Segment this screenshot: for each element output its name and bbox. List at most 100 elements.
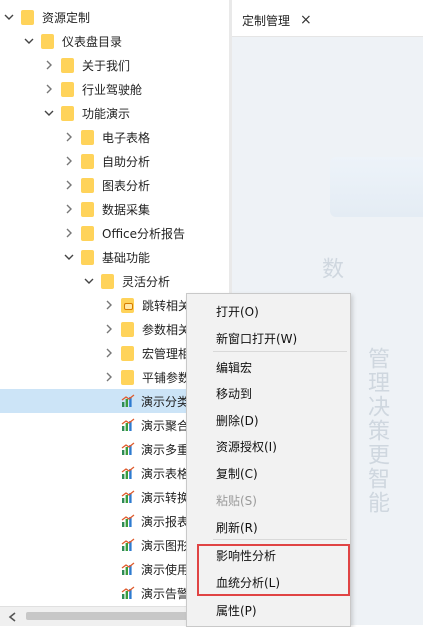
tree-caret-spacer — [103, 419, 115, 431]
tree-item-label: 电子表格 — [102, 130, 151, 145]
folder-icon — [61, 81, 74, 97]
folder-icon — [41, 33, 54, 49]
tree-item-label: 平铺参数 — [142, 370, 191, 385]
chevron-right-icon[interactable] — [103, 323, 115, 335]
tree-item[interactable]: 仪表盘目录 — [0, 29, 229, 53]
tab-strip: 定制管理 × — [232, 0, 423, 37]
chevron-down-icon[interactable] — [83, 275, 95, 287]
tab-custom-management[interactable]: 定制管理 × — [234, 4, 320, 36]
watermark-text-slogan: 管理决策更智能 — [364, 347, 389, 515]
folder-icon — [121, 345, 134, 361]
chart-report-icon — [121, 490, 135, 504]
chevron-right-icon[interactable] — [43, 83, 55, 95]
folder-icon — [61, 57, 74, 73]
chevron-right-icon[interactable] — [63, 203, 75, 215]
chevron-right-icon[interactable] — [103, 347, 115, 359]
tree-item-label: 行业驾驶舱 — [82, 82, 143, 97]
tree-item-label: 演示转换 — [141, 490, 190, 505]
menu-edit-macro[interactable]: 编辑宏 — [187, 355, 350, 379]
tree-item-label: 关于我们 — [82, 58, 131, 73]
scroll-left-icon[interactable] — [8, 611, 18, 622]
tree-item[interactable]: 资源定制 — [0, 5, 229, 29]
tree-item[interactable]: 功能演示 — [0, 101, 229, 125]
chevron-right-icon[interactable] — [63, 131, 75, 143]
tree-item[interactable]: 图表分析 — [0, 173, 229, 197]
tree-item[interactable]: 电子表格 — [0, 125, 229, 149]
tree-item-label: 演示报表 — [141, 514, 190, 529]
tree-item-label: 演示使用 — [141, 562, 190, 577]
chart-report-icon — [121, 586, 135, 600]
tab-title: 定制管理 — [242, 13, 291, 28]
tree-caret-spacer — [103, 539, 115, 551]
chevron-down-icon[interactable] — [3, 11, 15, 23]
tree-item[interactable]: 行业驾驶舱 — [0, 77, 229, 101]
menu-copy[interactable]: 复制(C) — [187, 461, 350, 485]
tree-item[interactable]: 自助分析 — [0, 149, 229, 173]
tree-item-label: 功能演示 — [82, 106, 131, 121]
chart-report-icon — [121, 442, 135, 456]
tree-caret-spacer — [103, 491, 115, 503]
chart-report-icon — [121, 538, 135, 552]
tree-item-label: 演示表格 — [141, 466, 190, 481]
chevron-down-icon[interactable] — [63, 251, 75, 263]
tree-item-label: 自助分析 — [102, 154, 151, 169]
tree-item-label: 资源定制 — [42, 10, 91, 25]
menu-resource-authorize[interactable]: 资源授权(I) — [187, 434, 350, 458]
folder-icon — [21, 9, 34, 25]
menu-open[interactable]: 打开(O) — [187, 299, 350, 323]
close-icon[interactable]: × — [300, 12, 312, 28]
tree-item-label: Office分析报告 — [102, 226, 186, 241]
menu-paste[interactable]: 粘贴(S) — [187, 488, 350, 512]
tree-item-label: 演示分类 — [141, 394, 190, 409]
folder-icon — [101, 273, 114, 289]
tree-item-label: 图表分析 — [102, 178, 151, 193]
tree-caret-spacer — [103, 515, 115, 527]
menu-refresh[interactable]: 刷新(R) — [187, 515, 350, 539]
menu-open-new-window[interactable]: 新窗口打开(W) — [187, 326, 350, 350]
chevron-right-icon[interactable] — [63, 227, 75, 239]
background-device-image — [330, 157, 423, 217]
chevron-right-icon[interactable] — [43, 59, 55, 71]
scrollbar-thumb[interactable] — [26, 612, 196, 620]
annotation-highlight-box — [197, 544, 350, 596]
chevron-right-icon[interactable] — [63, 179, 75, 191]
folder-icon — [81, 129, 94, 145]
folder-icon — [81, 153, 94, 169]
menu-delete[interactable]: 删除(D) — [187, 408, 350, 432]
tree-item-label: 基础功能 — [102, 250, 151, 265]
chevron-right-icon[interactable] — [103, 371, 115, 383]
menu-separator — [213, 351, 347, 352]
folder-icon — [81, 249, 94, 265]
chevron-right-icon[interactable] — [63, 155, 75, 167]
tree-item[interactable]: 关于我们 — [0, 53, 229, 77]
folder-icon — [81, 177, 94, 193]
chart-report-icon — [121, 466, 135, 480]
watermark-text-small: 数 — [318, 257, 343, 281]
chart-report-icon — [121, 418, 135, 432]
chart-report-icon — [121, 562, 135, 576]
tree-item-label: 演示告警 — [141, 586, 190, 601]
tree-item[interactable]: 数据采集 — [0, 197, 229, 221]
tree-item-label: 灵活分析 — [122, 274, 171, 289]
tree-item-label: 参数相关 — [142, 322, 191, 337]
tree-caret-spacer — [103, 587, 115, 599]
folder-icon — [121, 321, 134, 337]
tree-caret-spacer — [103, 443, 115, 455]
tree-caret-spacer — [103, 467, 115, 479]
tree-caret-spacer — [103, 395, 115, 407]
tree-item[interactable]: 基础功能 — [0, 245, 229, 269]
menu-separator — [213, 539, 347, 540]
tree-item-label: 仪表盘目录 — [62, 34, 123, 49]
tree-item[interactable]: 灵活分析 — [0, 269, 229, 293]
menu-properties[interactable]: 属性(P) — [187, 598, 350, 622]
menu-move-to[interactable]: 移动到 — [187, 381, 350, 405]
tree-item[interactable]: Office分析报告 — [0, 221, 229, 245]
tree-item-label: 演示图形 — [141, 538, 190, 553]
tree-item-label: 演示聚合 — [141, 418, 190, 433]
chevron-down-icon[interactable] — [43, 107, 55, 119]
tree-item-label: 数据采集 — [102, 202, 151, 217]
chevron-down-icon[interactable] — [23, 35, 35, 47]
folder-icon — [61, 105, 74, 121]
chevron-right-icon[interactable] — [103, 299, 115, 311]
folder-icon — [81, 201, 94, 217]
